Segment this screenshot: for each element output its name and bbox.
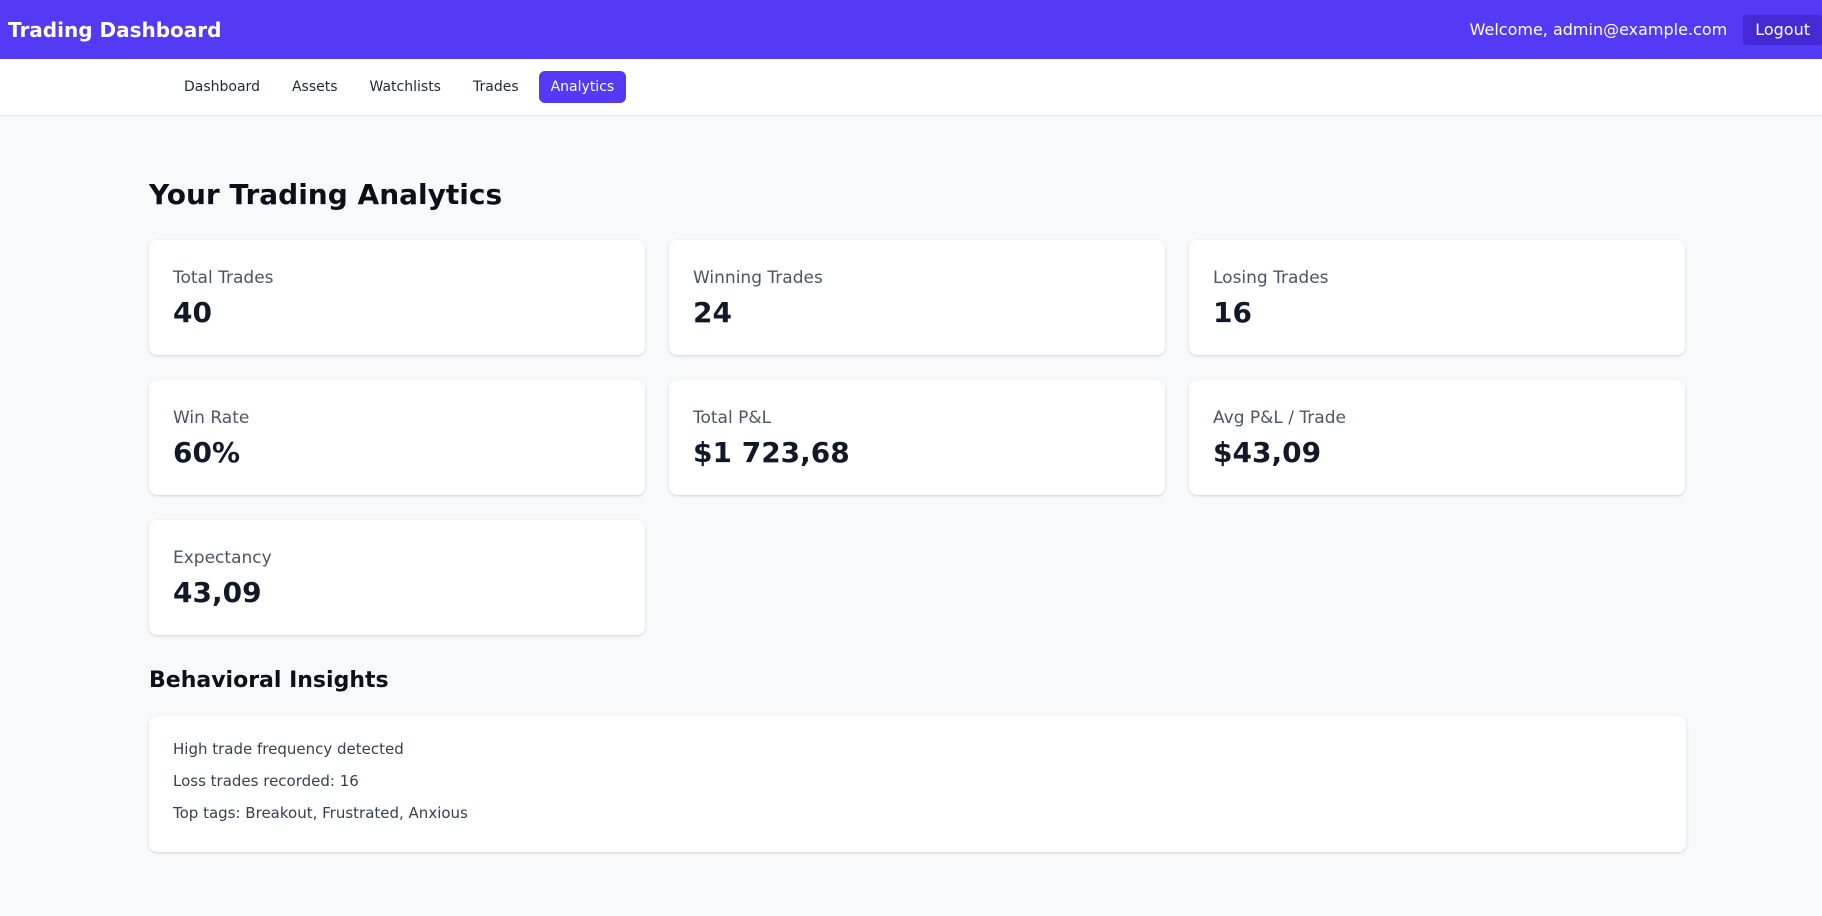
stat-card-winning-trades: Winning Trades 24 [669, 240, 1165, 355]
stat-value: 40 [173, 296, 212, 329]
stat-label: Winning Trades [693, 268, 823, 288]
nav-tab-dashboard[interactable]: Dashboard [172, 71, 272, 103]
stat-card-expectancy: Expectancy 43,09 [149, 520, 645, 635]
nav-tab-watchlists[interactable]: Watchlists [358, 71, 453, 103]
stat-card-avg-pnl: Avg P&L / Trade $43,09 [1189, 380, 1685, 495]
welcome-text: Welcome, admin@example.com [1469, 20, 1728, 39]
stat-card-total-trades: Total Trades 40 [149, 240, 645, 355]
stat-card-total-pnl: Total P&L $1 723,68 [669, 380, 1165, 495]
insight-item: Loss trades recorded: 16 [173, 772, 359, 790]
stat-label: Expectancy [173, 548, 272, 568]
nav-bar: Dashboard Assets Watchlists Trades Analy… [0, 59, 1822, 116]
stat-card-win-rate: Win Rate 60% [149, 380, 645, 495]
stat-value: $1 723,68 [693, 436, 850, 469]
insights-card: High trade frequency detected Loss trade… [149, 716, 1686, 852]
nav-tab-trades[interactable]: Trades [461, 71, 531, 103]
top-header: Trading Dashboard Welcome, admin@example… [0, 0, 1822, 59]
nav-tabs: Dashboard Assets Watchlists Trades Analy… [172, 71, 634, 103]
insight-item: Top tags: Breakout, Frustrated, Anxious [173, 804, 468, 822]
stat-label: Total P&L [693, 408, 772, 428]
insight-item: High trade frequency detected [173, 740, 404, 758]
stat-value: 24 [693, 296, 732, 329]
page-title: Your Trading Analytics [149, 178, 503, 211]
stat-value: 43,09 [173, 576, 262, 609]
stat-value: 16 [1213, 296, 1252, 329]
stat-card-losing-trades: Losing Trades 16 [1189, 240, 1685, 355]
stat-label: Win Rate [173, 408, 250, 428]
brand-title: Trading Dashboard [8, 17, 222, 42]
stat-value: $43,09 [1213, 436, 1322, 469]
nav-tab-analytics[interactable]: Analytics [538, 71, 627, 103]
stat-label: Avg P&L / Trade [1213, 408, 1346, 428]
nav-tab-assets[interactable]: Assets [280, 71, 350, 103]
header-user-area: Welcome, admin@example.com Logout [1469, 14, 1822, 45]
logout-button[interactable]: Logout [1743, 14, 1822, 45]
stat-value: 60% [173, 436, 241, 469]
insights-heading: Behavioral Insights [149, 668, 389, 693]
stat-label: Losing Trades [1213, 268, 1329, 288]
stat-label: Total Trades [173, 268, 274, 288]
